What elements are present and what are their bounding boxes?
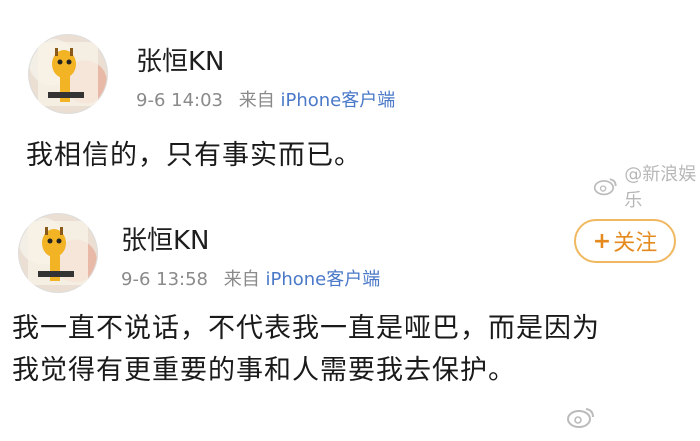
username[interactable]: 张恒KN bbox=[121, 220, 210, 257]
avatar[interactable] bbox=[28, 34, 108, 114]
weibo-post-1: 张恒KN 9-6 14:03 来自 iPhone客户端 我相信的，只有事实而已。… bbox=[0, 0, 700, 211]
giraffe-avatar-icon bbox=[38, 42, 98, 106]
post-content-line-2: 我觉得有更重要的事和人需要我去保护。 bbox=[12, 355, 516, 386]
post-date: 9-6 14:03 bbox=[136, 90, 223, 111]
follow-label: 关注 bbox=[613, 231, 658, 256]
post-content: 我一直不说话，不代表我一直是哑巴，而是因为 我觉得有更重要的事和人需要我去保护。 bbox=[12, 308, 600, 392]
source-device-link[interactable]: iPhone客户端 bbox=[265, 269, 380, 290]
plus-icon: + bbox=[592, 228, 612, 254]
source-device-link[interactable]: iPhone客户端 bbox=[280, 90, 395, 111]
post-meta: 9-6 13:58 来自 iPhone客户端 bbox=[121, 265, 380, 291]
giraffe-avatar-icon bbox=[28, 221, 88, 285]
post-content: 我相信的，只有事实而已。 bbox=[26, 140, 362, 171]
post-content-line-1: 我一直不说话，不代表我一直是哑巴，而是因为 bbox=[12, 313, 600, 344]
follow-button[interactable]: + 关注 bbox=[574, 219, 676, 263]
weibo-logo-icon bbox=[567, 408, 594, 428]
post-meta: 9-6 14:03 来自 iPhone客户端 bbox=[136, 86, 395, 112]
username[interactable]: 张恒KN bbox=[136, 41, 225, 78]
source-prefix: 来自 bbox=[223, 269, 260, 290]
watermark bbox=[566, 405, 596, 429]
source-prefix: 来自 bbox=[238, 90, 275, 111]
avatar[interactable] bbox=[18, 213, 98, 293]
weibo-logo-icon bbox=[593, 178, 617, 196]
post-date: 9-6 13:58 bbox=[121, 269, 208, 290]
